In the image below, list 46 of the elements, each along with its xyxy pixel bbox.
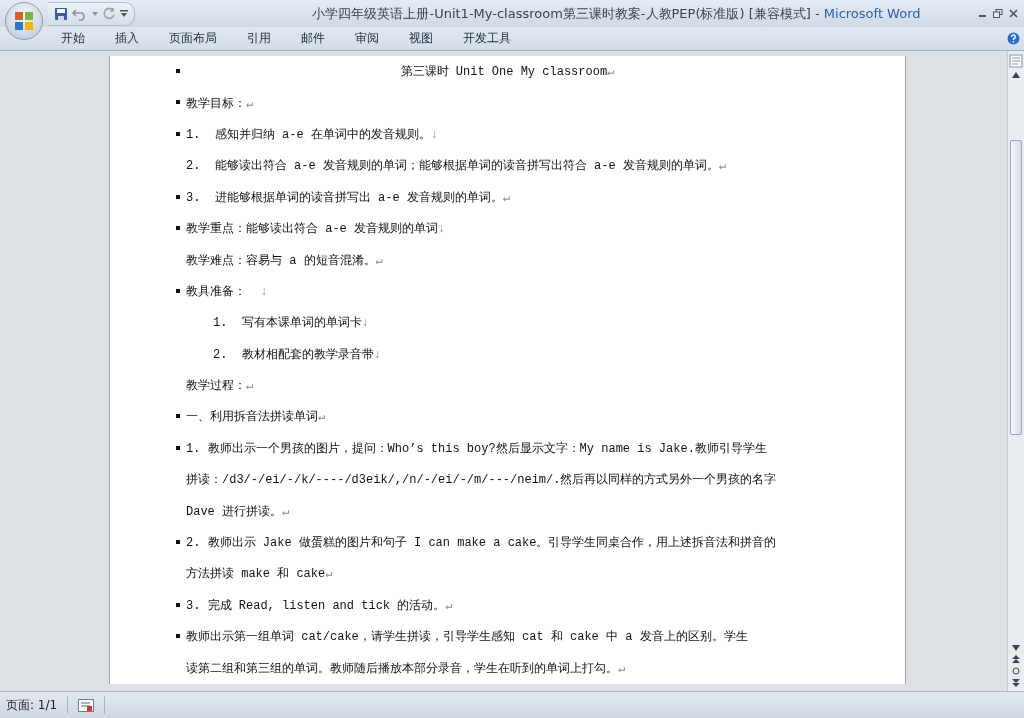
dropdown-arrow-icon[interactable]: [92, 11, 98, 16]
browse-object-icon[interactable]: [1012, 667, 1020, 675]
document-line: 1. 写有本课单词的单词卡↓: [212, 315, 369, 332]
next-page-icon[interactable]: [1012, 679, 1020, 687]
document-line: 教学难点：容易与 a 的短音混淆。↵: [185, 252, 383, 269]
document-line: 读第二组和第三组的单词。教师随后播放本部分录音，学生在听到的单词上打勾。↵: [185, 660, 626, 677]
office-logo-icon: [13, 10, 35, 32]
scroll-thumb[interactable]: [1010, 140, 1022, 435]
ruler-toggle-icon[interactable]: [1009, 54, 1023, 68]
ribbon-tab[interactable]: 视图: [396, 27, 446, 50]
document-line: 2. 能够读出符合 a-e 发音规则的单词；能够根据单词的读音拼写出符合 a-e 发音规则的单词。↵: [185, 158, 727, 175]
document-line: 1. 教师出示一个男孩的图片，提问：Who’s this boy?然后显示文字：My name is Jake.教师引导学生: [185, 440, 767, 457]
customize-menu-icon[interactable]: [120, 9, 128, 18]
restore-icon[interactable]: [993, 9, 1003, 18]
document-line: 2. 教材相配套的教学录音带↓: [212, 346, 381, 363]
help-icon[interactable]: [1007, 32, 1020, 45]
ribbon-tab[interactable]: 引用: [234, 27, 284, 50]
office-button[interactable]: [5, 2, 43, 40]
scroll-up-icon[interactable]: [1012, 72, 1020, 78]
document-line: 教学过程：↵: [185, 378, 254, 395]
window-title: 小学四年级英语上册-Unit1-My-classroom第三课时教案-人教PEP(标准版) [兼容模式] - Microsoft Word: [311, 4, 922, 23]
ribbon-tab[interactable]: 邮件: [288, 27, 338, 50]
ribbon-tab[interactable]: 审阅: [342, 27, 392, 50]
scroll-down-icon[interactable]: [1012, 645, 1020, 651]
document-line: 教学目标：↵: [185, 95, 254, 112]
document-line: 方法拼读 make 和 cake↵: [185, 566, 333, 583]
ribbon-tab[interactable]: 开始: [48, 27, 98, 50]
proofing-icon[interactable]: [78, 698, 95, 712]
document-heading: 第三课时 Unit One My classroom↵: [400, 64, 615, 81]
document-line: Dave 进行拼读。↵: [185, 503, 290, 520]
document-line: 3. 完成 Read, listen and tick 的活动。↵: [185, 597, 453, 614]
close-icon[interactable]: [1009, 9, 1018, 18]
ribbon-tab[interactable]: 插入: [102, 27, 152, 50]
document-line: 教学重点：能够读出符合 a-e 发音规则的单词↓: [185, 221, 446, 238]
ribbon-tab[interactable]: 开发工具: [450, 27, 524, 50]
document-line: 2. 教师出示 Jake 做蛋糕的图片和句子 I can make a cake。引导学生同桌合作，用上述拆音法和拼音的: [185, 535, 777, 552]
document-line: 教师出示第一组单词 cat/cake，请学生拼读，引导学生感知 cat 和 cake 中 a 发音上的区别。学生: [185, 629, 748, 646]
document-line: 教具准备： ↓: [185, 283, 268, 300]
ribbon-tab[interactable]: 页面布局: [156, 27, 230, 50]
document-line: 一、利用拆音法拼读单词↵: [185, 409, 326, 426]
document-line: 1. 感知并归纳 a-e 在单词中的发音规则。↓: [185, 126, 438, 143]
document-line: 拼读：/d3/-/ei/-/k/----/d3eik/,/n/-/ei/-/m/---/neim/.然后再以同样的方式另外一个男孩的名字: [185, 472, 777, 489]
previous-page-icon[interactable]: [1012, 655, 1020, 663]
save-icon[interactable]: [54, 6, 68, 21]
page-count[interactable]: 页面: 1/1: [6, 696, 58, 714]
document-line: 3. 进能够根据单词的读音拼写出 a-e 发音规则的单词。↵: [185, 189, 511, 206]
